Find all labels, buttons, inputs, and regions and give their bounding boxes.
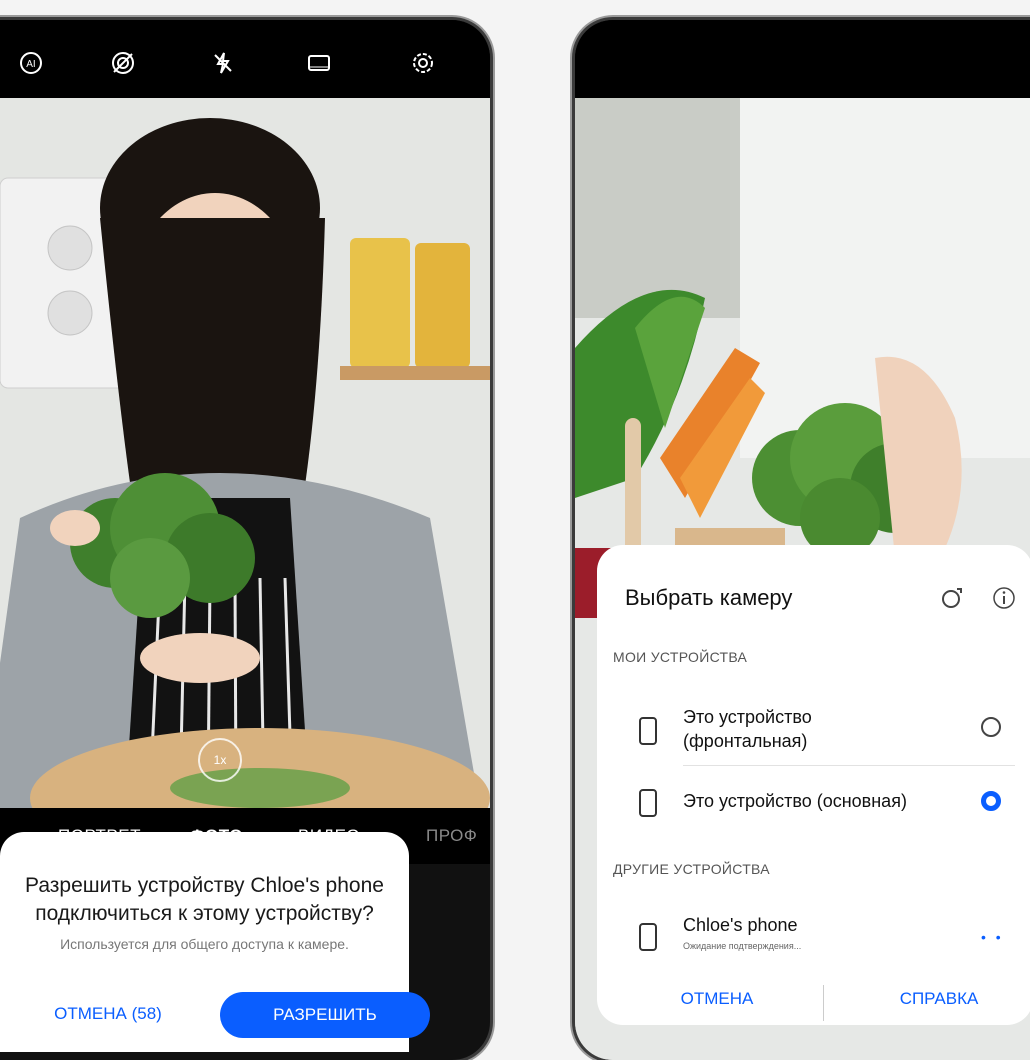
right-top-bar <box>575 20 1030 98</box>
viewfinder-scene <box>0 98 490 808</box>
dialog-subtitle: Используется для общего доступа к камере… <box>60 936 349 952</box>
cancel-button[interactable]: ОТМЕНА <box>647 989 787 1009</box>
device-label: Это устройство (фронтальная) <box>683 707 812 751</box>
button-divider <box>823 985 824 1021</box>
allow-button[interactable]: РАЗРЕШИТЬ <box>220 992 430 1038</box>
device-status: Ожидание подтверждения... <box>683 941 802 951</box>
phone-icon <box>639 717 657 745</box>
device-row-front[interactable]: Это устройство (фронтальная) <box>597 695 1030 765</box>
info-icon[interactable] <box>991 585 1017 611</box>
cancel-button[interactable]: ОТМЕНА (58) <box>28 992 188 1036</box>
zoom-level-button[interactable]: 1x <box>198 738 242 782</box>
dialog-title: Разрешить устройству Chloe's phone подкл… <box>25 874 384 925</box>
radio-checked[interactable] <box>981 791 1001 811</box>
aperture-icon[interactable] <box>108 50 138 80</box>
connection-request-dialog: Разрешить устройству Chloe's phone подкл… <box>0 832 430 1052</box>
divider <box>683 765 1015 766</box>
camera-top-bar: AI <box>0 20 490 98</box>
my-devices-header: МОИ УСТРОЙСТВА <box>613 649 748 665</box>
device-row-chloe[interactable]: Chloe's phone Ожидание подтверждения... … <box>597 905 1030 965</box>
switch-camera-icon[interactable] <box>939 585 965 611</box>
other-devices-header: ДРУГИЕ УСТРОЙСТВА <box>613 861 770 877</box>
device-name: Chloe's phone <box>683 915 798 935</box>
help-button[interactable]: СПРАВКА <box>869 989 1009 1009</box>
select-camera-dialog: Выбрать камеру МОИ УСТРОЙСТВА Это устрой… <box>597 545 1030 1025</box>
device-row-main[interactable]: Это устройство (основная) <box>597 775 1030 831</box>
svg-text:AI: AI <box>26 59 35 70</box>
camera-viewfinder: 1x <box>0 98 490 808</box>
phone-icon <box>639 923 657 951</box>
settings-icon[interactable] <box>408 50 438 80</box>
ai-icon[interactable]: AI <box>16 50 46 80</box>
loading-dots-icon: • • <box>981 929 1004 945</box>
radio-unchecked[interactable] <box>981 717 1001 737</box>
mode-pro[interactable]: ПРОФ <box>426 826 477 846</box>
right-phone: Выбрать камеру МОИ УСТРОЙСТВА Это устрой… <box>575 20 1030 1060</box>
aspect-ratio-icon[interactable] <box>304 50 334 80</box>
device-label: Это устройство (основная) <box>683 791 907 811</box>
left-phone: AI 1x ПРОФ Разрешить устройству Chloe's … <box>0 20 490 1060</box>
flash-off-icon[interactable] <box>208 50 238 80</box>
phone-icon <box>639 789 657 817</box>
dialog-title: Выбрать камеру <box>625 585 793 610</box>
